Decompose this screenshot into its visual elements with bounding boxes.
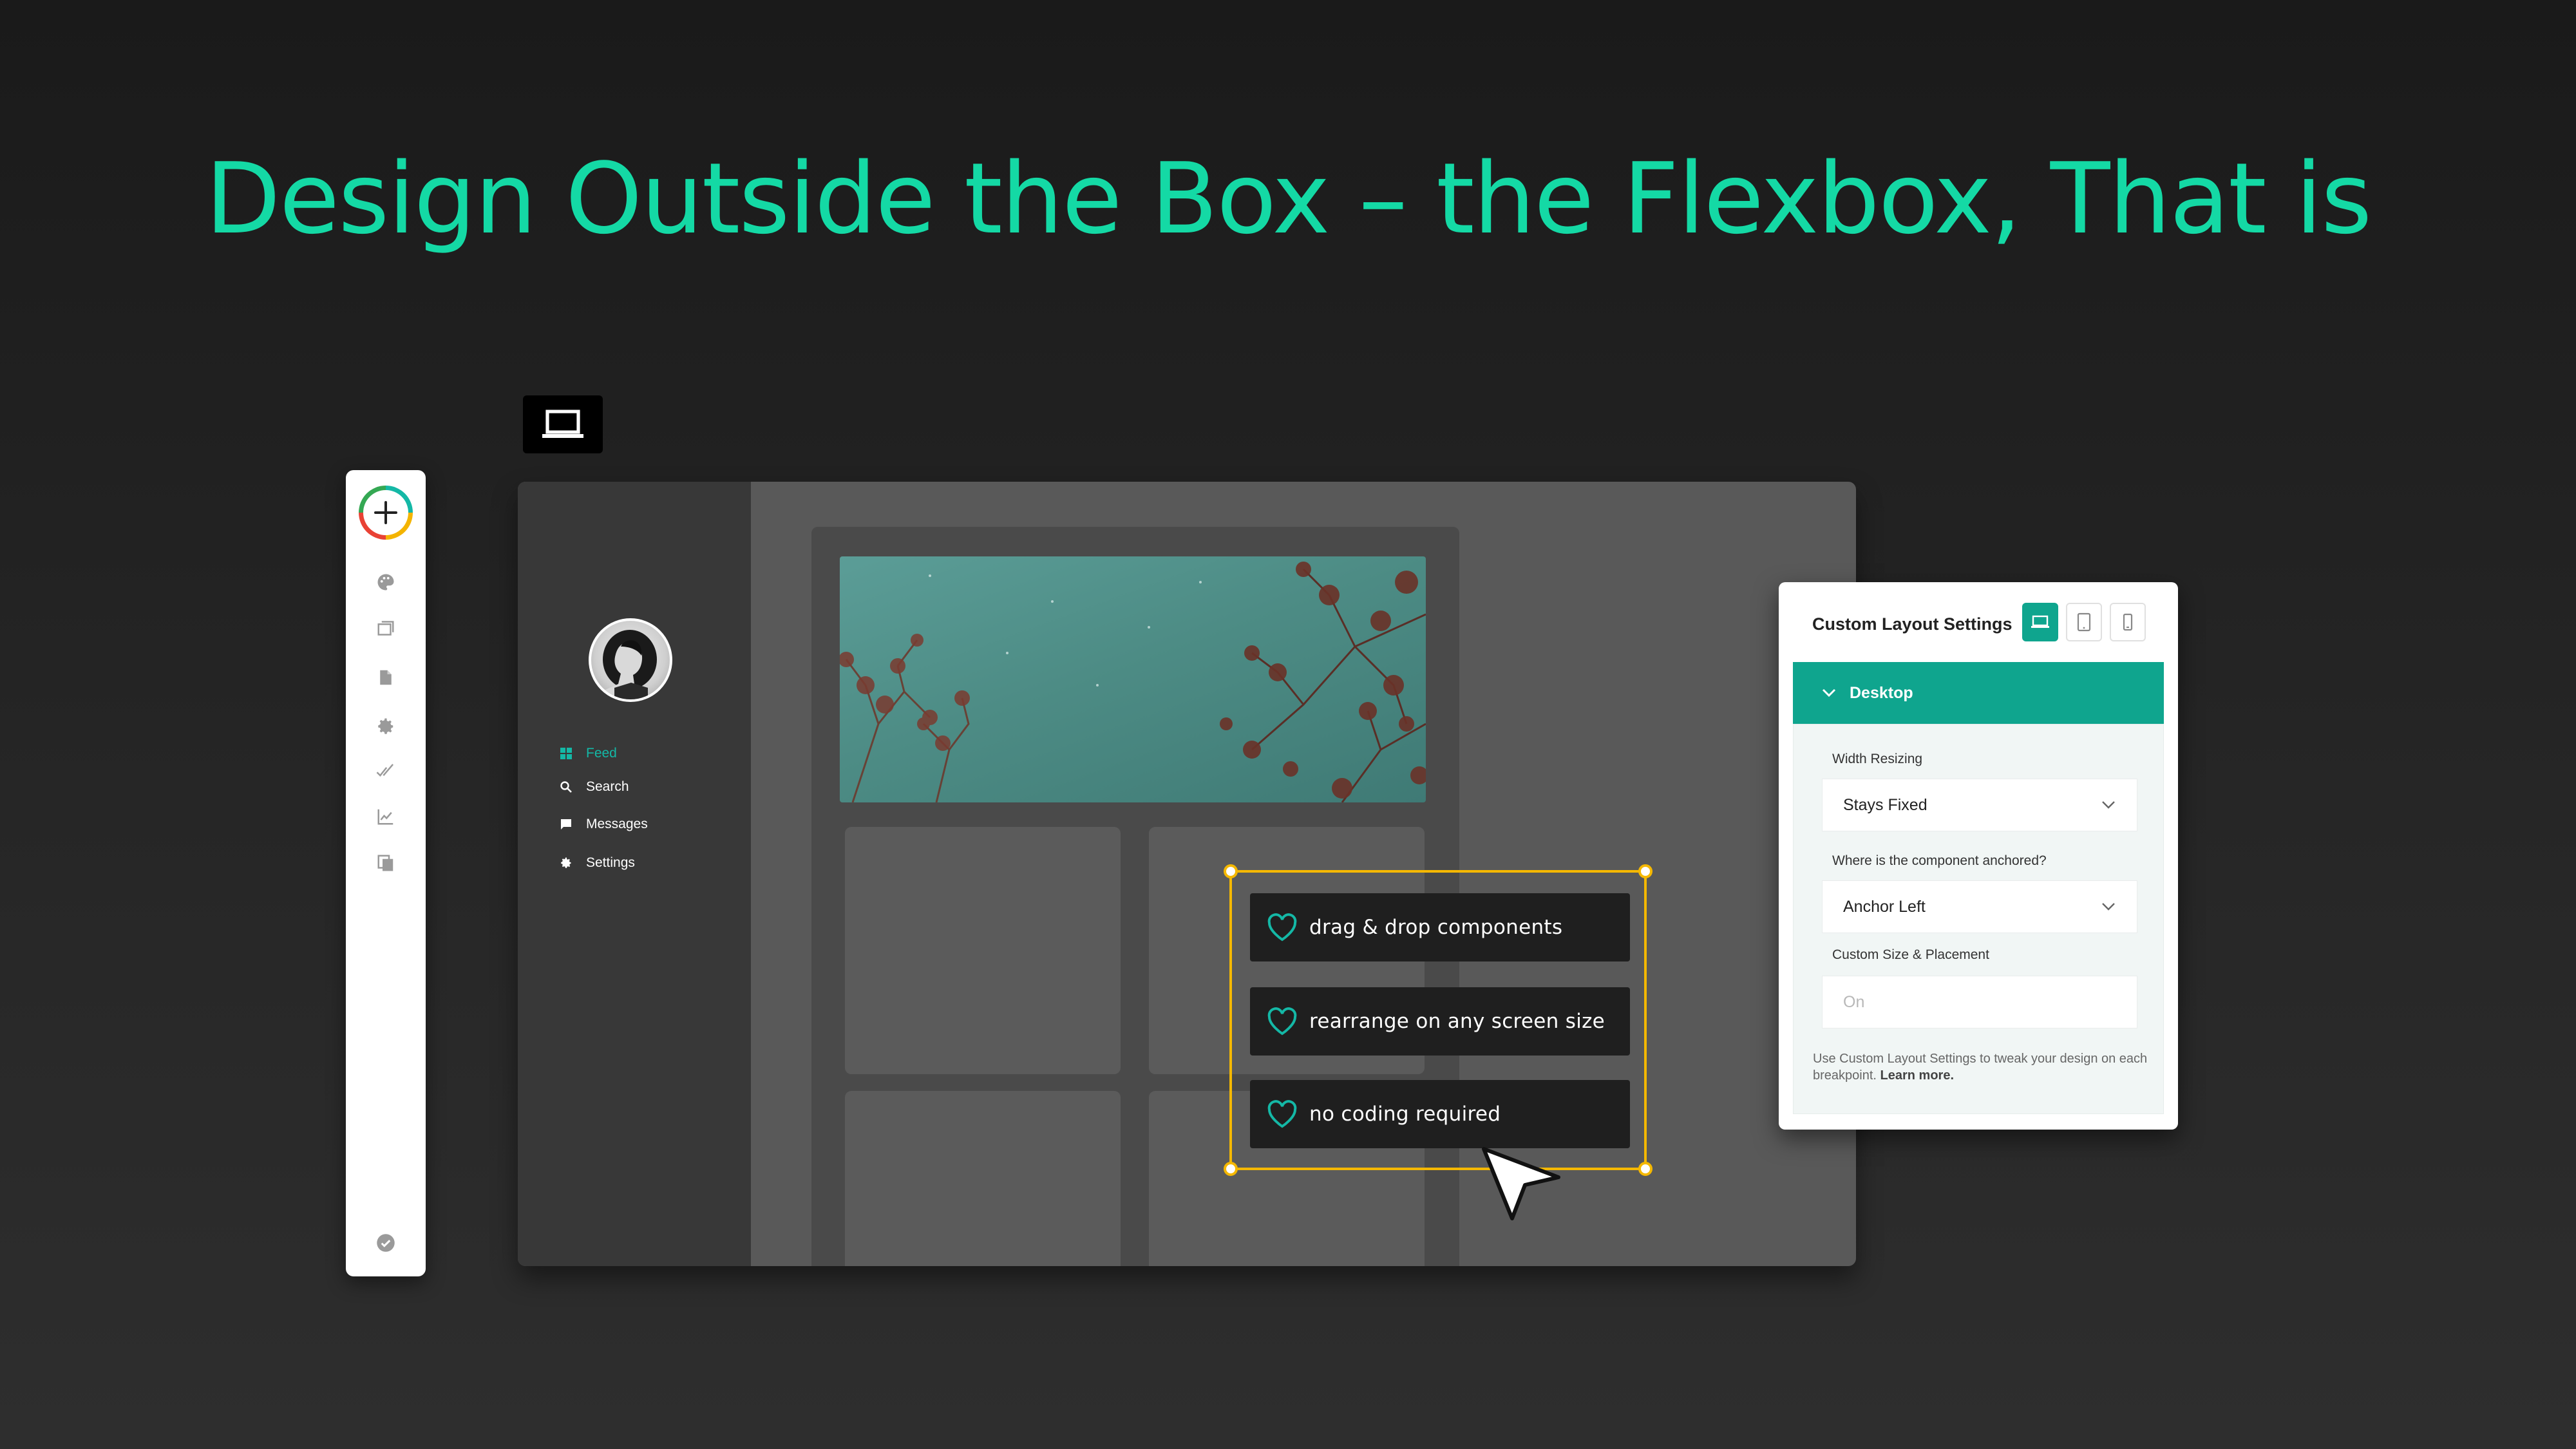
gear-icon bbox=[559, 856, 573, 870]
double-check-icon[interactable] bbox=[375, 761, 396, 782]
chart-icon[interactable] bbox=[375, 806, 396, 827]
custom-size-select[interactable]: On bbox=[1822, 976, 2137, 1028]
headline: Design Outside the Box – the Flexbox, Th… bbox=[205, 142, 2372, 256]
selection-box[interactable]: drag & drop components rearrange on any … bbox=[1224, 864, 1653, 1176]
laptop-icon bbox=[2031, 615, 2049, 628]
helper-body: Use Custom Layout Settings to tweak your… bbox=[1813, 1052, 2148, 1083]
breakpoint-phone-button[interactable] bbox=[2110, 603, 2146, 641]
desktop-section-header[interactable]: Desktop bbox=[1793, 662, 2164, 724]
search-icon bbox=[559, 780, 573, 794]
resize-handle[interactable] bbox=[1224, 1162, 1238, 1176]
resize-handle[interactable] bbox=[1638, 1162, 1653, 1176]
learn-more-link[interactable]: Learn more. bbox=[1880, 1068, 1954, 1083]
helper-text: Use Custom Layout Settings to tweak your… bbox=[1813, 1050, 2148, 1084]
nav-label: Settings bbox=[586, 855, 635, 870]
custom-layout-settings-panel: Custom Layout Settings Desktop Width Res… bbox=[1779, 582, 2178, 1130]
add-button[interactable] bbox=[359, 486, 413, 540]
editor-toolbar bbox=[346, 470, 426, 1276]
feature-item: drag & drop components bbox=[1250, 893, 1630, 961]
select-value: Anchor Left bbox=[1843, 897, 1926, 916]
tablet-icon bbox=[2077, 612, 2091, 632]
custom-size-label: Custom Size & Placement bbox=[1832, 947, 1989, 962]
nav-item-settings[interactable]: Settings bbox=[559, 850, 635, 876]
content-card bbox=[845, 1091, 1121, 1266]
content-card bbox=[845, 827, 1121, 1074]
chevron-down-icon bbox=[2102, 903, 2115, 911]
phone-icon bbox=[2123, 613, 2133, 631]
nav-label: Messages bbox=[586, 817, 648, 831]
feature-item: no coding required bbox=[1250, 1080, 1630, 1148]
nav-item-messages[interactable]: Messages bbox=[559, 811, 648, 837]
copy-icon[interactable] bbox=[375, 853, 396, 873]
message-icon bbox=[559, 817, 573, 831]
heart-icon bbox=[1267, 913, 1297, 942]
select-value: On bbox=[1843, 992, 1865, 1011]
plus-icon bbox=[374, 501, 397, 524]
device-preview: Feed Search Messages Settings bbox=[518, 482, 1856, 1266]
heart-icon bbox=[1267, 1100, 1297, 1128]
app-sidebar: Feed Search Messages Settings bbox=[518, 482, 751, 1266]
laptop-icon bbox=[542, 410, 583, 438]
anchor-label: Where is the component anchored? bbox=[1832, 853, 2047, 868]
settings-title: Custom Layout Settings bbox=[1812, 614, 2012, 634]
nav-item-search[interactable]: Search bbox=[559, 774, 629, 800]
feature-label: rearrange on any screen size bbox=[1309, 1010, 1605, 1033]
feature-item: rearrange on any screen size bbox=[1250, 987, 1630, 1056]
select-value: Stays Fixed bbox=[1843, 795, 1927, 814]
resize-handle[interactable] bbox=[1638, 864, 1653, 878]
nav-label: Feed bbox=[586, 746, 617, 761]
palette-icon[interactable] bbox=[375, 572, 396, 592]
section-label: Desktop bbox=[1850, 683, 1913, 702]
check-circle-icon[interactable] bbox=[375, 1233, 396, 1253]
avatar bbox=[589, 618, 672, 702]
laptop-badge[interactable] bbox=[523, 395, 603, 453]
desktop-section-body: Width Resizing Stays Fixed Where is the … bbox=[1793, 724, 2164, 1114]
width-resizing-select[interactable]: Stays Fixed bbox=[1822, 779, 2137, 831]
chevron-down-icon bbox=[1822, 688, 1836, 697]
width-resizing-label: Width Resizing bbox=[1832, 752, 1923, 766]
nav-item-feed[interactable]: Feed bbox=[559, 741, 617, 766]
feature-label: no coding required bbox=[1309, 1103, 1501, 1126]
chevron-down-icon bbox=[2102, 801, 2115, 809]
feature-label: drag & drop components bbox=[1309, 916, 1563, 939]
document-icon[interactable] bbox=[375, 667, 396, 688]
cursor-icon bbox=[1482, 1147, 1560, 1220]
nav-label: Search bbox=[586, 779, 629, 794]
gear-icon[interactable] bbox=[375, 716, 396, 737]
anchor-select[interactable]: Anchor Left bbox=[1822, 880, 2137, 933]
resize-handle[interactable] bbox=[1224, 864, 1238, 878]
breakpoint-tablet-button[interactable] bbox=[2066, 603, 2102, 641]
layers-icon[interactable] bbox=[375, 620, 396, 640]
grid-icon bbox=[559, 746, 573, 761]
hero-image bbox=[840, 556, 1426, 802]
heart-icon bbox=[1267, 1007, 1297, 1036]
breakpoint-desktop-button[interactable] bbox=[2022, 603, 2058, 641]
